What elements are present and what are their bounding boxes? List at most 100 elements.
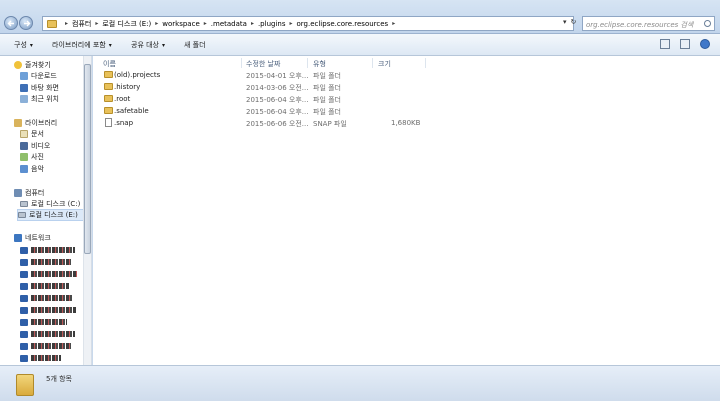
library-icon [14,119,22,127]
nav-favorites[interactable]: 즐겨찾기 [14,60,51,70]
column-type[interactable]: 유형 [313,56,326,68]
redacted-name [31,343,71,349]
redacted-name [31,295,73,301]
folder-icon [16,374,34,396]
breadcrumb-separator[interactable]: ▸ [204,20,207,27]
nav-network[interactable]: 네트워크 [14,233,51,243]
view-options-icon[interactable] [660,39,670,49]
file-row[interactable]: (old).projects 2015-04-01 오후... 파일 폴더 [99,70,429,80]
redacted-name [31,259,71,265]
breadcrumb-resources[interactable]: org.eclipse.core.resources [297,20,389,28]
column-divider[interactable] [425,58,426,68]
breadcrumb-plugins[interactable]: .plugins [258,20,286,28]
file-type: 파일 폴더 [313,84,341,92]
file-name: .root [114,95,131,103]
column-name[interactable]: 이름 [103,56,116,68]
document-icon [20,130,28,138]
nav-network-pc[interactable] [20,281,69,291]
breadcrumb-separator[interactable]: ▸ [155,20,158,27]
column-divider[interactable] [372,58,373,68]
nav-network-pc[interactable] [20,317,67,327]
computer-icon [20,306,28,314]
nav-documents[interactable]: 문서 [20,129,44,139]
breadcrumb-separator[interactable]: ▸ [392,20,395,27]
nav-videos[interactable]: 비디오 [20,141,50,151]
computer-icon [20,330,28,338]
breadcrumb-separator[interactable]: ▸ [289,20,292,27]
file-type: 파일 폴더 [313,108,341,116]
column-modified[interactable]: 수정한 날짜 [246,56,280,68]
nav-scrollbar-thumb[interactable] [84,64,91,254]
nav-desktop[interactable]: 바탕 화면 [20,83,59,93]
nav-network-pc[interactable] [20,257,71,267]
breadcrumb-metadata[interactable]: .metadata [211,20,247,28]
nav-label: 다운로드 [31,72,57,80]
computer-icon [20,282,28,290]
nav-label: 로컬 디스크 (E:) [29,211,78,219]
music-icon [20,165,28,173]
recent-places-icon [20,95,28,103]
breadcrumb-workspace[interactable]: workspace [162,20,199,28]
search-icon[interactable] [704,20,711,27]
nav-label: 네트워크 [25,234,51,242]
desktop-icon [20,84,28,92]
preview-pane-icon[interactable] [680,39,690,49]
breadcrumb-computer[interactable]: 컴퓨터 [72,19,91,29]
nav-libraries[interactable]: 라이브러리 [14,118,57,128]
nav-recent[interactable]: 최근 위치 [20,94,59,104]
nav-network-pc[interactable] [20,245,75,255]
column-divider[interactable] [307,58,308,68]
folder-icon [104,95,113,102]
nav-drive-e[interactable]: 로컬 디스크 (E:) [17,209,85,221]
column-divider[interactable] [241,58,242,68]
arrow-left-icon [7,20,14,27]
file-name: (old).projects [114,71,161,79]
chevron-down-icon: ▾ [29,42,33,49]
breadcrumb-separator[interactable]: ▸ [251,20,254,27]
nav-network-pc[interactable] [20,329,75,339]
nav-network-pc[interactable] [20,293,73,303]
refresh-icon[interactable]: ↻ [571,18,577,26]
organize-button[interactable]: 구성 ▾ [14,40,33,50]
help-icon[interactable] [700,39,710,49]
search-placeholder: org.eclipse.core.resources 검색 [586,21,694,29]
search-input[interactable]: org.eclipse.core.resources 검색 [582,16,715,31]
column-size[interactable]: 크기 [378,56,391,68]
back-button[interactable] [4,16,18,30]
computer-icon [20,342,28,350]
redacted-name [31,271,77,277]
new-folder-button[interactable]: 새 폴더 [184,40,206,50]
arrow-right-icon [24,20,31,27]
file-row[interactable]: .safetable 2015-06-04 오후... 파일 폴더 [99,106,429,116]
chevron-down-icon[interactable]: ▾ [563,18,567,26]
nav-network-pc[interactable] [20,353,61,363]
nav-drive-c[interactable]: 로컬 디스크 (C:) [20,199,80,209]
file-row[interactable]: .history 2014-03-06 오전... 파일 폴더 [99,82,429,92]
file-list: 이름 수정한 날짜 유형 크기 (old).projects 2015-04-0… [93,56,720,365]
file-row[interactable]: .snap 2015-06-06 오전... SNAP 파일 1,680KB [99,118,429,128]
forward-button[interactable] [19,16,33,30]
nav-network-pc[interactable] [20,341,71,351]
nav-network-pc[interactable] [20,305,76,315]
include-library-button[interactable]: 라이브러리에 포함 ▾ [52,40,112,50]
breadcrumb-separator[interactable]: ▸ [95,20,98,27]
nav-music[interactable]: 음악 [20,164,44,174]
nav-downloads[interactable]: 다운로드 [20,71,57,81]
file-name: .snap [114,119,134,127]
file-modified: 2014-03-06 오전... [246,84,309,92]
nav-network-pc[interactable] [20,269,77,279]
nav-computer[interactable]: 컴퓨터 [14,188,44,198]
file-icon [105,118,112,127]
address-bar[interactable]: ▸ 컴퓨터 ▸ 로컬 디스크 (E:) ▸ workspace ▸ .metad… [42,16,574,31]
breadcrumb-drive-e[interactable]: 로컬 디스크 (E:) [102,19,151,29]
breadcrumb-separator: ▸ [65,20,69,27]
file-name: .safetable [114,107,149,115]
picture-icon [20,153,28,161]
file-row[interactable]: .root 2015-06-04 오후... 파일 폴더 [99,94,429,104]
share-button[interactable]: 공유 대상 ▾ [131,40,165,50]
drive-icon [20,201,28,207]
nav-pictures[interactable]: 사진 [20,152,44,162]
computer-icon [20,294,28,302]
chevron-down-icon: ▾ [162,42,166,49]
redacted-name [31,247,75,253]
